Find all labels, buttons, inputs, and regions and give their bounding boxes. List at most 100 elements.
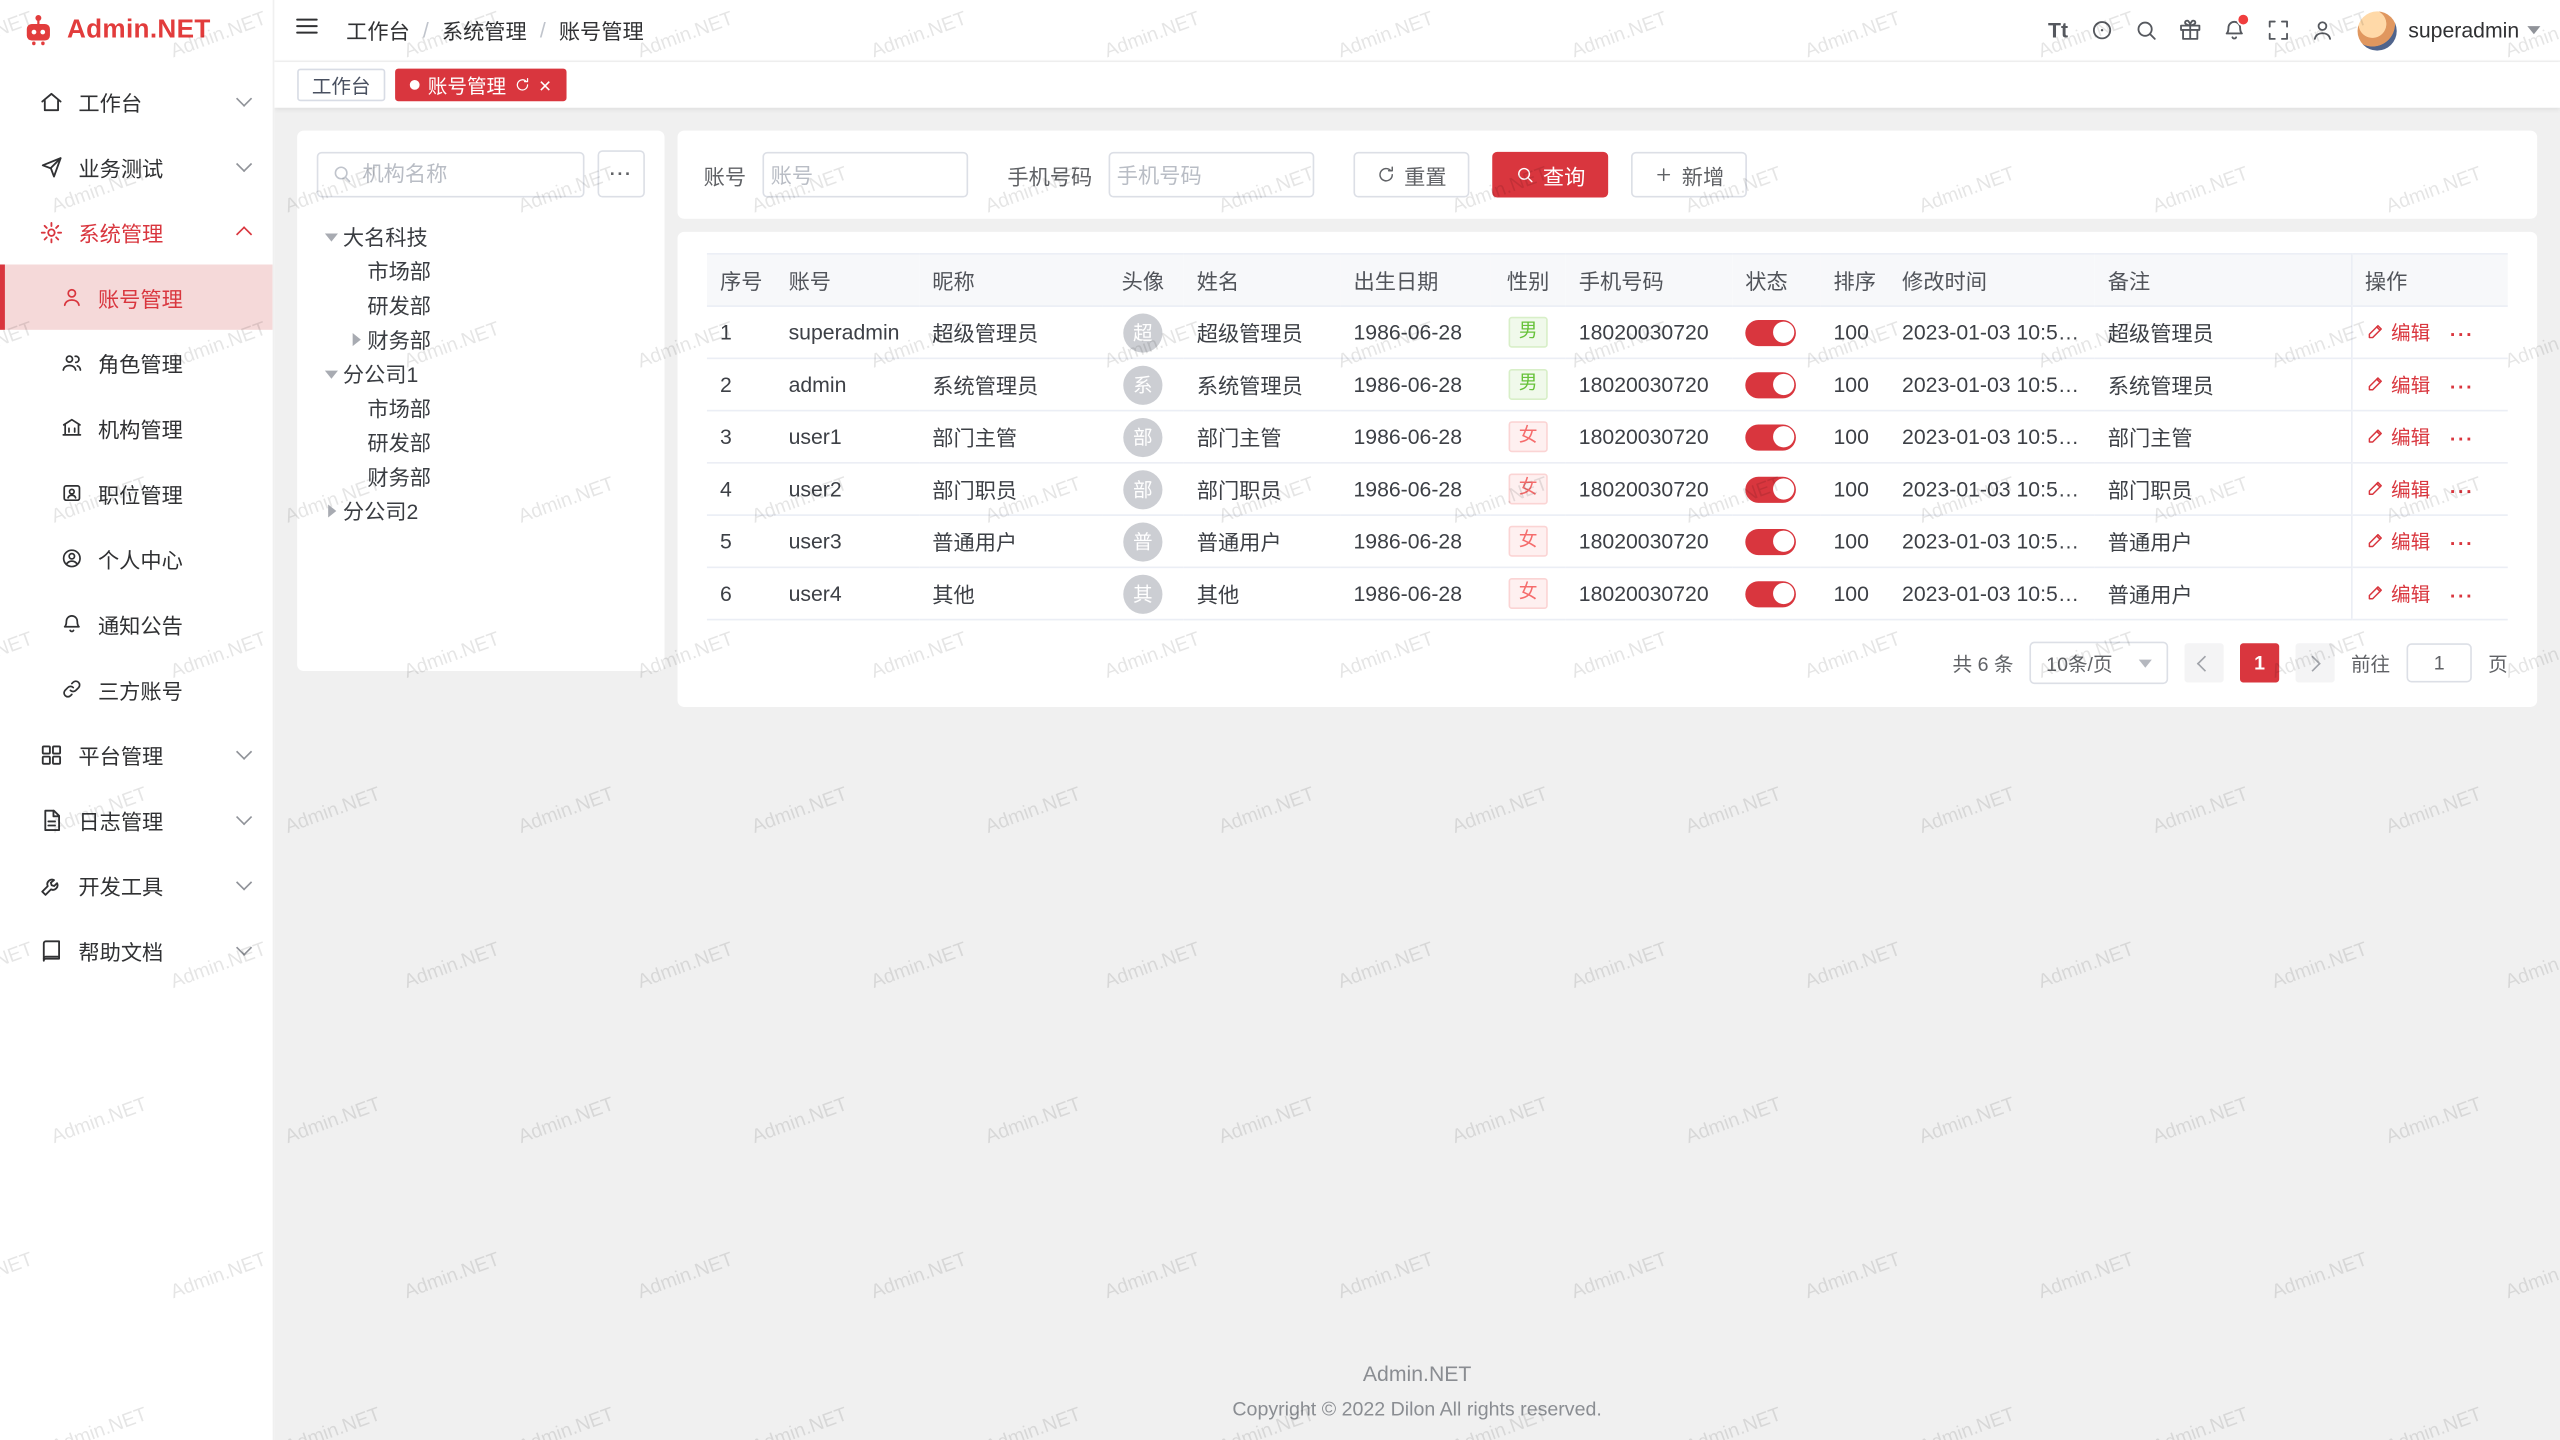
sidebar-item-org-manage[interactable]: 机构管理 bbox=[0, 395, 273, 460]
more-actions-button[interactable]: ··· bbox=[2450, 480, 2474, 503]
close-icon[interactable]: × bbox=[539, 74, 551, 95]
cell-status bbox=[1732, 358, 1820, 410]
record-button[interactable] bbox=[2080, 8, 2124, 52]
status-toggle[interactable] bbox=[1745, 529, 1796, 555]
status-toggle[interactable] bbox=[1745, 581, 1796, 607]
sidebar-item-business-test[interactable]: 业务测试 bbox=[0, 134, 273, 199]
cell-remark: 普通用户 bbox=[2095, 567, 2351, 619]
tree-node[interactable]: 市场部 bbox=[317, 253, 645, 287]
tree-node[interactable]: 分公司2 bbox=[317, 493, 645, 527]
sidebar-item-notice[interactable]: 通知公告 bbox=[0, 591, 273, 656]
reset-button[interactable]: 重置 bbox=[1354, 152, 1470, 198]
sidebar-item-log-manage[interactable]: 日志管理 bbox=[0, 787, 273, 852]
tree-node[interactable]: 财务部 bbox=[317, 459, 645, 493]
edit-label: 编辑 bbox=[2391, 527, 2430, 555]
tree-node[interactable]: 市场部 bbox=[317, 390, 645, 424]
page-size-select[interactable]: 10条/页 bbox=[2030, 642, 2168, 684]
cell-name: 系统管理员 bbox=[1184, 358, 1341, 410]
sidebar-item-workbench[interactable]: 工作台 bbox=[0, 69, 273, 134]
goto-page-input[interactable] bbox=[2407, 643, 2472, 682]
sidebar-item-role-manage[interactable]: 角色管理 bbox=[0, 330, 273, 395]
tree-node[interactable]: 分公司1 bbox=[317, 356, 645, 390]
page-1-button[interactable]: 1 bbox=[2240, 643, 2279, 682]
prev-page-button[interactable] bbox=[2184, 643, 2223, 682]
sidebar-item-position-manage[interactable]: 职位管理 bbox=[0, 460, 273, 525]
cell-sort: 100 bbox=[1820, 515, 1889, 567]
sidebar-item-system-manage[interactable]: 系统管理 bbox=[0, 199, 273, 264]
search-button[interactable]: 查询 bbox=[1492, 152, 1608, 198]
column-header: 出生日期 bbox=[1340, 254, 1490, 306]
breadcrumb-item[interactable]: 系统管理 bbox=[442, 15, 527, 46]
org-more-button[interactable]: ··· bbox=[598, 150, 645, 197]
edit-icon bbox=[2365, 427, 2385, 447]
edit-button[interactable]: 编辑 bbox=[2365, 475, 2430, 503]
bell-button[interactable] bbox=[2212, 8, 2256, 52]
status-toggle[interactable] bbox=[1745, 424, 1796, 450]
more-actions-button[interactable]: ··· bbox=[2450, 533, 2474, 556]
text-size-button[interactable]: Tt bbox=[2036, 8, 2080, 52]
fullscreen-button[interactable] bbox=[2256, 8, 2300, 52]
sidebar-item-dev-tools[interactable]: 开发工具 bbox=[0, 852, 273, 917]
account-input[interactable] bbox=[764, 162, 966, 186]
cell-modified: 2023-01-03 10:59:44 bbox=[1889, 515, 2095, 567]
sidebar-item-third-account[interactable]: 三方账号 bbox=[0, 656, 273, 721]
username[interactable]: superadmin bbox=[2408, 18, 2519, 42]
logo[interactable]: Admin.NET bbox=[0, 0, 273, 60]
cell-birthdate: 1986-06-28 bbox=[1340, 358, 1490, 410]
user-button[interactable] bbox=[2301, 8, 2345, 52]
cell-gender: 女 bbox=[1491, 515, 1566, 567]
gift-button[interactable] bbox=[2168, 8, 2212, 52]
footer-copyright: Copyright © 2022 Dilon All rights reserv… bbox=[274, 1398, 2560, 1421]
caret-down-icon[interactable] bbox=[320, 224, 343, 247]
cell-phone: 18020030720 bbox=[1566, 515, 1733, 567]
breadcrumb-item[interactable]: 账号管理 bbox=[559, 15, 644, 46]
edit-button[interactable]: 编辑 bbox=[2365, 527, 2430, 555]
more-actions-button[interactable]: ··· bbox=[2450, 324, 2474, 347]
column-header: 头像 bbox=[1102, 254, 1184, 306]
add-button[interactable]: 新增 bbox=[1631, 152, 1747, 198]
sidebar-item-help-docs[interactable]: 帮助文档 bbox=[0, 918, 273, 983]
record-icon bbox=[2090, 18, 2114, 42]
sidebar-item-account-manage[interactable]: 账号管理 bbox=[0, 264, 273, 329]
status-toggle[interactable] bbox=[1745, 372, 1796, 398]
cell-name: 普通用户 bbox=[1184, 515, 1341, 567]
next-page-button[interactable] bbox=[2295, 643, 2334, 682]
search-button[interactable] bbox=[2124, 8, 2168, 52]
org-search-input[interactable] bbox=[356, 162, 583, 186]
avatar[interactable] bbox=[2358, 11, 2397, 50]
edit-button[interactable]: 编辑 bbox=[2365, 422, 2430, 450]
edit-button[interactable]: 编辑 bbox=[2365, 579, 2430, 607]
more-actions-button[interactable]: ··· bbox=[2450, 428, 2474, 451]
tree-node[interactable]: 财务部 bbox=[317, 322, 645, 356]
sidebar-item-platform-manage[interactable]: 平台管理 bbox=[0, 722, 273, 787]
cell-remark: 部门主管 bbox=[2095, 411, 2351, 463]
phone-input[interactable] bbox=[1110, 162, 1312, 186]
breadcrumb-item[interactable]: 工作台 bbox=[346, 15, 410, 46]
search-icon bbox=[1515, 165, 1535, 185]
tree-node[interactable]: 研发部 bbox=[317, 287, 645, 321]
chevron-down-icon bbox=[236, 809, 252, 825]
edit-button[interactable]: 编辑 bbox=[2365, 370, 2430, 398]
status-toggle[interactable] bbox=[1745, 476, 1796, 502]
tab-refresh-icon[interactable] bbox=[514, 77, 530, 93]
column-header: 账号 bbox=[776, 254, 920, 306]
sidebar-item-label: 角色管理 bbox=[98, 347, 183, 378]
more-actions-button[interactable]: ··· bbox=[2450, 585, 2474, 608]
edit-button[interactable]: 编辑 bbox=[2365, 318, 2430, 346]
sidebar-item-personal-center[interactable]: 个人中心 bbox=[0, 526, 273, 591]
tree-node[interactable]: 大名科技 bbox=[317, 219, 645, 253]
row-avatar: 其 bbox=[1123, 574, 1162, 613]
tab-account-manage[interactable]: 账号管理× bbox=[395, 69, 566, 102]
cell-name: 部门职员 bbox=[1184, 463, 1341, 515]
caret-right-icon[interactable] bbox=[344, 332, 367, 345]
caret-down-icon[interactable] bbox=[320, 362, 343, 385]
cell-actions: 编辑 ··· bbox=[2351, 411, 2508, 463]
menu-toggle-button[interactable] bbox=[294, 12, 330, 48]
more-actions-button[interactable]: ··· bbox=[2450, 376, 2474, 399]
goto-label: 前往 bbox=[2351, 649, 2390, 677]
tab-workbench[interactable]: 工作台 bbox=[297, 69, 385, 102]
status-toggle[interactable] bbox=[1745, 320, 1796, 346]
caret-right-icon[interactable] bbox=[320, 504, 343, 517]
tree-node[interactable]: 研发部 bbox=[317, 424, 645, 458]
chevron-down-icon bbox=[2527, 26, 2540, 34]
